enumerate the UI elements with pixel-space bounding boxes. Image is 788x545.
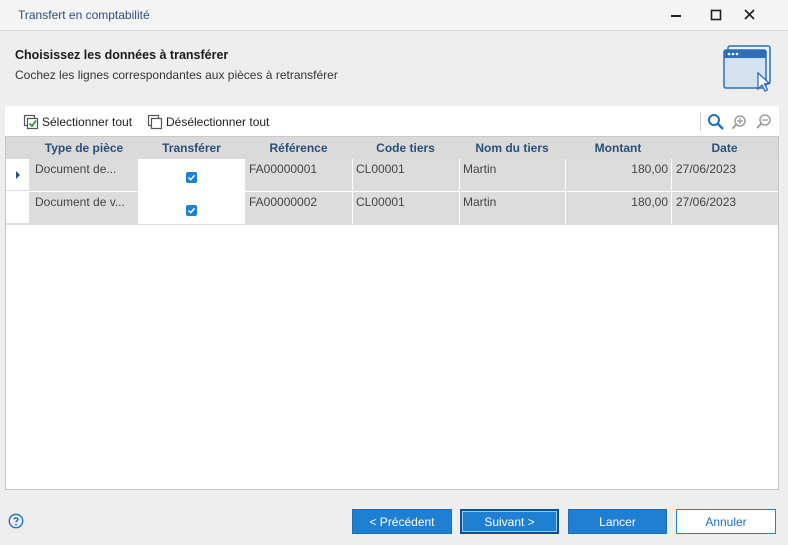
cell-transferer (138, 192, 245, 224)
cell-divider (671, 192, 672, 224)
deselect-all-icon (147, 114, 163, 130)
cell-divider (671, 159, 672, 191)
select-all-button[interactable]: Sélectionner tout (23, 113, 132, 131)
cell-divider (459, 192, 460, 224)
cell-divider (459, 159, 460, 191)
transferer-checkbox[interactable] (186, 172, 197, 183)
cell-montant: 180,00 (565, 192, 671, 224)
cell-transferer (138, 159, 245, 191)
cell-divider (565, 192, 566, 224)
cell-montant: 180,00 (565, 159, 671, 191)
wizard-header: Choisissez les données à transférer Coch… (0, 31, 788, 105)
help-icon[interactable] (8, 513, 24, 529)
check-icon (187, 207, 196, 214)
cell-divider (352, 159, 353, 191)
cell-code-tiers: CL00001 (352, 192, 459, 224)
page-title: Choisissez les données à transférer (15, 48, 229, 62)
column-header-montant[interactable]: Montant (565, 137, 671, 159)
deselect-all-label: Désélectionner tout (166, 115, 270, 129)
column-header-nom-tiers[interactable]: Nom du tiers (459, 137, 565, 159)
launch-button[interactable]: Lancer (568, 509, 667, 534)
title-bar: Transfert en comptabilité (0, 0, 788, 31)
table-row[interactable]: Document de... FA00000001 CL00001 Martin… (6, 159, 778, 191)
column-header-type[interactable]: Type de pièce (30, 137, 138, 159)
cell-divider (352, 192, 353, 224)
cell-nom-tiers: Martin (459, 159, 565, 191)
deselect-all-button[interactable]: Désélectionner tout (147, 113, 269, 131)
close-icon[interactable] (736, 4, 764, 26)
search-icon[interactable] (707, 113, 725, 131)
maximize-icon[interactable] (702, 4, 730, 26)
transferer-checkbox[interactable] (186, 205, 197, 216)
window-cursor-icon (722, 43, 774, 93)
cell-type: Document de v... (30, 192, 138, 224)
cell-reference: FA00000002 (245, 192, 352, 224)
select-all-label: Sélectionner tout (42, 115, 133, 129)
cell-divider (565, 159, 566, 191)
cell-type: Document de... (30, 159, 138, 191)
page-subtitle: Cochez les lignes correspondantes aux pi… (15, 68, 338, 82)
table-row[interactable]: Document de v... FA00000002 CL00001 Mart… (6, 192, 778, 224)
column-header-reference[interactable]: Référence (245, 137, 352, 159)
window-title: Transfert en comptabilité (18, 8, 150, 22)
row-indicator[interactable] (6, 192, 30, 224)
current-row-arrow-icon (16, 171, 20, 179)
next-button[interactable]: Suivant > (460, 509, 559, 534)
column-header-transferer[interactable]: Transférer (138, 137, 245, 159)
cell-nom-tiers: Martin (459, 192, 565, 224)
minimize-icon[interactable] (662, 4, 690, 26)
cancel-button[interactable]: Annuler (676, 509, 776, 534)
toolbar-divider (700, 112, 701, 131)
cell-date: 27/06/2023 (671, 192, 778, 224)
column-header-code-tiers[interactable]: Code tiers (352, 137, 459, 159)
grid-header: Type de pièce Transférer Référence Code … (6, 137, 778, 159)
zoom-out-icon[interactable] (755, 113, 773, 131)
check-icon (187, 174, 196, 181)
zoom-in-icon[interactable] (731, 113, 749, 131)
column-header-date[interactable]: Date (671, 137, 778, 159)
previous-button[interactable]: < Précédent (352, 509, 452, 534)
cell-code-tiers: CL00001 (352, 159, 459, 191)
grid-toolbar: Sélectionner tout Désélectionner tout (5, 106, 779, 136)
row-indicator[interactable] (6, 159, 30, 191)
cell-reference: FA00000001 (245, 159, 352, 191)
data-grid: Type de pièce Transférer Référence Code … (5, 136, 779, 490)
select-all-icon (23, 114, 39, 130)
row-divider (6, 224, 778, 225)
cell-date: 27/06/2023 (671, 159, 778, 191)
